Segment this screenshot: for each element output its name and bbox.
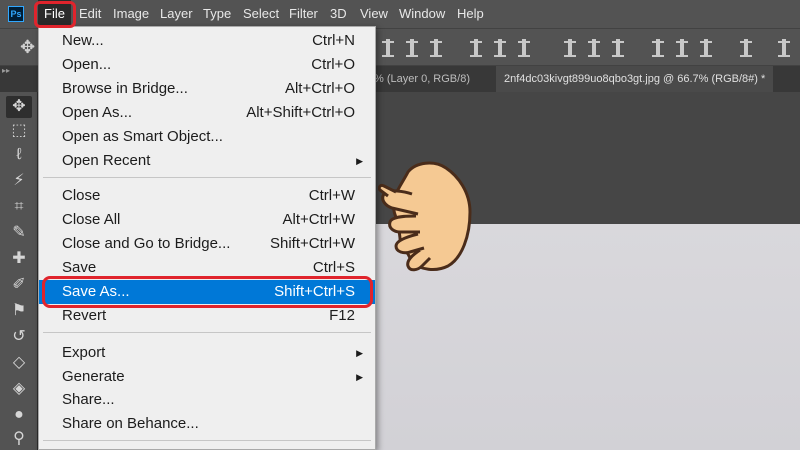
align-vertical-center-icon[interactable] — [404, 39, 420, 57]
dodge-icon[interactable]: ⚲ — [6, 428, 32, 450]
distribute-bottom-icon[interactable] — [610, 39, 626, 57]
menu-item-shortcut: Ctrl+O — [311, 56, 355, 73]
menu-item-label: Export — [62, 344, 106, 361]
align-right-icon[interactable] — [516, 39, 532, 57]
menu-3d[interactable]: 3D — [324, 0, 353, 28]
menu-item-label: Open Recent — [62, 152, 151, 169]
crop-icon[interactable]: ⌗ — [6, 196, 32, 218]
history-brush-icon[interactable]: ↺ — [6, 326, 32, 348]
menu-item-label: Open As... — [62, 104, 133, 121]
menu-window[interactable]: Window — [393, 0, 451, 28]
menu-item-label: Open... — [62, 56, 112, 73]
menu-view[interactable]: View — [354, 0, 394, 28]
submenu-arrow-icon: ▶ — [356, 372, 363, 382]
healing-brush-icon[interactable]: ✚ — [6, 248, 32, 270]
menu-item-label: Browse in Bridge... — [62, 80, 188, 97]
file-menu-dropdown: New... Ctrl+N Open... Ctrl+O Browse in B… — [38, 26, 376, 450]
menu-filter[interactable]: Filter — [283, 0, 324, 28]
menu-item-open-as[interactable]: Open As... Alt+Shift+Ctrl+O — [39, 101, 375, 125]
menu-item-label: Open as Smart Object... — [62, 128, 223, 145]
distribute-right-icon[interactable] — [698, 39, 714, 57]
menu-edit[interactable]: Edit — [73, 0, 107, 28]
magic-wand-icon[interactable]: ⚡ — [6, 170, 32, 192]
menu-separator — [43, 440, 371, 441]
menu-item-label: Close All — [62, 211, 121, 228]
align-top-icon[interactable] — [380, 39, 396, 57]
submenu-arrow-icon: ▶ — [356, 348, 363, 358]
menu-item-open-recent[interactable]: Open Recent ▶ — [39, 149, 375, 173]
move-icon[interactable]: ✥ — [20, 38, 38, 56]
distribute-top-icon[interactable] — [562, 39, 578, 57]
file-menu-annotation — [34, 1, 76, 28]
menu-item-new[interactable]: New... Ctrl+N — [39, 29, 375, 53]
menu-item-shortcut: Shift+Ctrl+W — [269, 235, 355, 252]
auto-align-icon[interactable] — [738, 39, 754, 57]
menu-item-shortcut: Ctrl+W — [308, 187, 355, 204]
menu-bar: Ps File Edit Image Layer Type Select Fil… — [0, 0, 800, 28]
menu-item-generate[interactable]: Generate ▶ — [39, 365, 375, 389]
align-horizontal-center-icon[interactable] — [492, 39, 508, 57]
photoshop-logo: Ps — [8, 6, 24, 22]
menu-item-close-and-go-to-bridge[interactable]: Close and Go to Bridge... Shift+Ctrl+W — [39, 232, 375, 256]
align-bottom-icon[interactable] — [428, 39, 444, 57]
distribute-hcenter-icon[interactable] — [674, 39, 690, 57]
photoshop-window: Ps File Edit Image Layer Type Select Fil… — [0, 0, 800, 450]
menu-image[interactable]: Image — [107, 0, 155, 28]
distribute-center-icon[interactable] — [586, 39, 602, 57]
menu-item-shortcut: Alt+Ctrl+O — [284, 80, 355, 97]
tab-active-document[interactable]: 2nf4dc03kivgt899uo8qbo3gt.jpg @ 66.7% (R… — [496, 66, 774, 92]
menu-item-label: New... — [62, 32, 104, 49]
menu-layer[interactable]: Layer — [154, 0, 199, 28]
menu-item-share[interactable]: Share... — [39, 388, 375, 412]
lasso-icon[interactable]: ℓ — [6, 144, 32, 166]
eraser-icon[interactable]: ◇ — [6, 352, 32, 374]
menu-item-shortcut: Ctrl+N — [312, 32, 355, 49]
menu-item-close[interactable]: Close Ctrl+W — [39, 184, 375, 208]
menu-item-label: Generate — [62, 368, 125, 385]
menu-separator — [43, 332, 371, 333]
menu-item-share-on-behance[interactable]: Share on Behance... — [39, 412, 375, 436]
tab-layer-0[interactable]: % (Layer 0, RGB/8) — [366, 66, 478, 92]
pointing-hand-icon — [378, 161, 472, 272]
menu-item-close-all[interactable]: Close All Alt+Ctrl+W — [39, 208, 375, 232]
menu-help[interactable]: Help — [451, 0, 490, 28]
menu-item-label: Share on Behance... — [62, 415, 199, 432]
paint-bucket-icon[interactable]: ◈ — [6, 378, 32, 400]
menu-item-browse-in-bridge[interactable]: Browse in Bridge... Alt+Ctrl+O — [39, 77, 375, 101]
save-as-annotation — [42, 276, 373, 308]
menu-item-label: Close and Go to Bridge... — [62, 235, 231, 252]
menu-item-shortcut: Alt+Shift+Ctrl+O — [246, 104, 355, 121]
marquee-icon[interactable]: ⬚ — [6, 120, 32, 142]
submenu-arrow-icon: ▶ — [356, 156, 363, 166]
menu-item-export[interactable]: Export ▶ — [39, 341, 375, 365]
blur-icon[interactable]: ● — [6, 404, 32, 426]
tools-panel: ✥ ⬚ ℓ ⚡ ⌗ ✎ ✚ ✐ ⚑ ↺ ◇ ◈ ● ⚲ — [0, 92, 38, 450]
menu-select[interactable]: Select — [237, 0, 285, 28]
menu-item-label: Share... — [62, 391, 115, 408]
distribute-left-icon[interactable] — [650, 39, 666, 57]
collapse-toolbar-icon[interactable]: ▸▸ — [2, 66, 38, 76]
menu-separator — [43, 177, 371, 178]
menu-type[interactable]: Type — [197, 0, 237, 28]
menu-item-open-as-smart-object[interactable]: Open as Smart Object... — [39, 125, 375, 149]
move-icon[interactable]: ✥ — [6, 96, 32, 118]
brush-icon[interactable]: ✐ — [6, 274, 32, 296]
clone-stamp-icon[interactable]: ⚑ — [6, 300, 32, 322]
align-left-icon[interactable] — [468, 39, 484, 57]
3d-mode-icon[interactable] — [776, 39, 792, 57]
menu-item-shortcut: Alt+Ctrl+W — [282, 211, 355, 228]
menu-item-label: Close — [62, 187, 101, 204]
menu-item-open[interactable]: Open... Ctrl+O — [39, 53, 375, 77]
eyedropper-icon[interactable]: ✎ — [6, 222, 32, 244]
